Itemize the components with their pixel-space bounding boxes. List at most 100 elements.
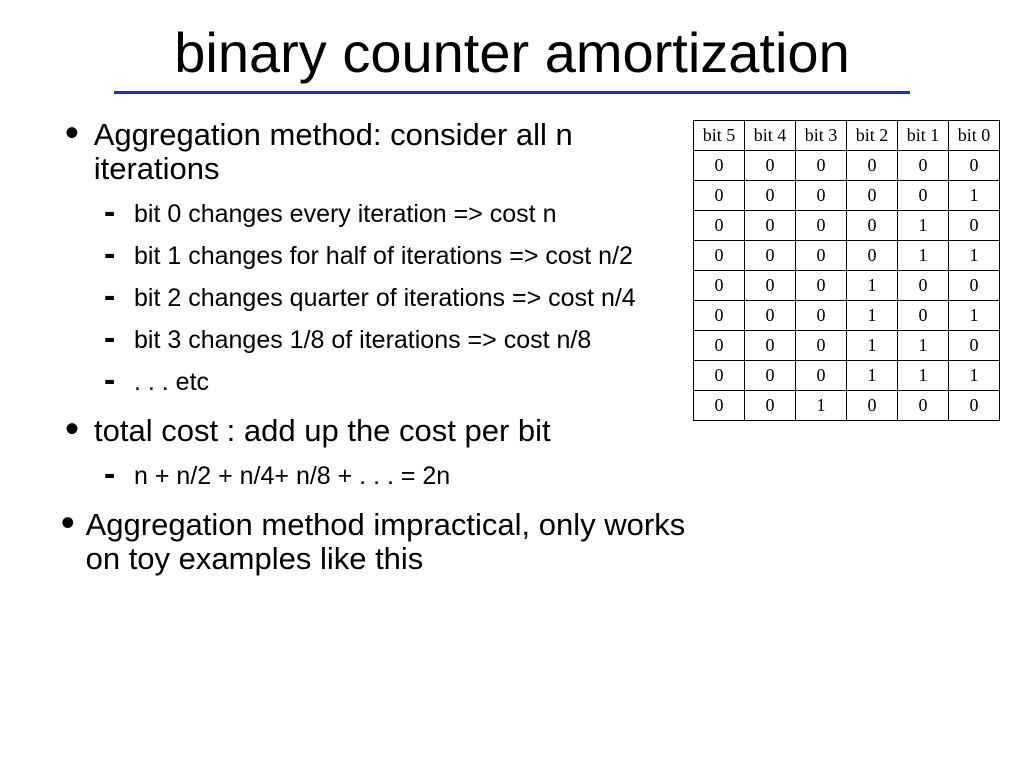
bullet-2-sub-0-text: n + n/2 + n/4+ n/8 + . . . = 2n <box>134 462 450 490</box>
table-row: 000100 <box>694 271 1000 301</box>
table-cell: 0 <box>694 391 745 421</box>
table-cell: 0 <box>898 181 949 211</box>
table-cell: 0 <box>847 241 898 271</box>
bit-table-wrap: bit 5 bit 4 bit 3 bit 2 bit 1 bit 0 0000… <box>693 120 1000 421</box>
table-row: 000010 <box>694 211 1000 241</box>
table-cell: 0 <box>694 151 745 181</box>
table-cell: 1 <box>898 361 949 391</box>
table-cell: 0 <box>949 271 1000 301</box>
table-cell: 0 <box>796 241 847 271</box>
table-header: bit 5 <box>694 121 745 151</box>
table-header: bit 1 <box>898 121 949 151</box>
bullet-2-sub-0: - n + n/2 + n/4+ n/8 + . . . = 2n <box>104 462 700 490</box>
table-cell: 0 <box>745 271 796 301</box>
bullet-1-sub-1: - bit 1 changes for half of iterations =… <box>104 242 700 270</box>
bullet-3: • Aggregation method impractical, only w… <box>60 508 700 576</box>
bullet-1-sub-2-text: bit 2 changes quarter of iterations => c… <box>134 284 636 312</box>
table-cell: 0 <box>796 301 847 331</box>
table-cell: 1 <box>847 301 898 331</box>
table-cell: 0 <box>898 271 949 301</box>
bullet-1-sub-4-text: . . . etc <box>134 368 209 396</box>
table-row: 001000 <box>694 391 1000 421</box>
table-cell: 1 <box>898 211 949 241</box>
table-row: 000011 <box>694 241 1000 271</box>
table-cell: 0 <box>694 301 745 331</box>
table-cell: 0 <box>949 151 1000 181</box>
table-cell: 0 <box>694 331 745 361</box>
bullet-1-sub-3: - bit 3 changes 1/8 of iterations => cos… <box>104 326 700 354</box>
table-cell: 0 <box>745 241 796 271</box>
table-cell: 0 <box>796 361 847 391</box>
bullet-1-sub-1-text: bit 1 changes for half of iterations => … <box>134 242 633 270</box>
table-cell: 0 <box>694 361 745 391</box>
table-cell: 0 <box>694 271 745 301</box>
table-cell: 1 <box>898 241 949 271</box>
table-row: 000001 <box>694 181 1000 211</box>
bullet-1-sub-3-text: bit 3 changes 1/8 of iterations => cost … <box>134 326 591 354</box>
table-cell: 0 <box>796 211 847 241</box>
dash-icon: - <box>104 326 120 350</box>
bullet-dot-icon: • <box>60 508 76 538</box>
table-cell: 0 <box>949 391 1000 421</box>
table-cell: 0 <box>898 151 949 181</box>
bullet-1-sub-0: - bit 0 changes every iteration => cost … <box>104 200 700 228</box>
bullet-2-text: total cost : add up the cost per bit <box>94 414 551 448</box>
dash-icon: - <box>104 284 120 308</box>
table-row: 000110 <box>694 331 1000 361</box>
table-cell: 1 <box>949 301 1000 331</box>
table-cell: 1 <box>949 361 1000 391</box>
bullet-1-sub-0-text: bit 0 changes every iteration => cost n <box>134 200 556 228</box>
bullet-list: • Aggregation method: consider all n ite… <box>60 118 700 576</box>
table-row: 000111 <box>694 361 1000 391</box>
table-row: 000101 <box>694 301 1000 331</box>
bullet-dot-icon: • <box>60 118 84 148</box>
table-cell: 0 <box>745 361 796 391</box>
bullet-dot-icon: • <box>60 414 84 444</box>
table-cell: 0 <box>694 241 745 271</box>
table-cell: 1 <box>949 241 1000 271</box>
table-cell: 0 <box>745 301 796 331</box>
table-cell: 0 <box>949 331 1000 361</box>
dash-icon: - <box>104 242 120 266</box>
table-cell: 0 <box>898 391 949 421</box>
table-header: bit 2 <box>847 121 898 151</box>
table-cell: 1 <box>847 361 898 391</box>
table-row: 000000 <box>694 151 1000 181</box>
bullet-1-sub-4: - . . . etc <box>104 368 700 396</box>
table-cell: 0 <box>796 331 847 361</box>
table-body: 0000000000010000100000110001000001010001… <box>694 151 1000 421</box>
table-cell: 0 <box>745 331 796 361</box>
table-cell: 1 <box>847 331 898 361</box>
table-cell: 0 <box>898 301 949 331</box>
bullet-1: • Aggregation method: consider all n ite… <box>60 118 700 186</box>
title-rule <box>114 91 910 94</box>
dash-icon: - <box>104 200 120 224</box>
table-cell: 1 <box>847 271 898 301</box>
bit-table: bit 5 bit 4 bit 3 bit 2 bit 1 bit 0 0000… <box>693 120 1000 421</box>
table-cell: 0 <box>796 181 847 211</box>
bullet-1-sub-2: - bit 2 changes quarter of iterations =>… <box>104 284 700 312</box>
table-cell: 0 <box>745 391 796 421</box>
table-cell: 1 <box>949 181 1000 211</box>
page-title: binary counter amortization <box>60 20 964 85</box>
table-cell: 0 <box>745 211 796 241</box>
table-cell: 0 <box>949 211 1000 241</box>
bullet-3-text: Aggregation method impractical, only wor… <box>86 508 700 576</box>
table-cell: 0 <box>847 391 898 421</box>
table-cell: 0 <box>847 181 898 211</box>
table-header: bit 4 <box>745 121 796 151</box>
table-cell: 0 <box>745 181 796 211</box>
table-cell: 0 <box>694 181 745 211</box>
table-cell: 0 <box>745 151 796 181</box>
table-cell: 0 <box>694 211 745 241</box>
bullet-1-text: Aggregation method: consider all n itera… <box>94 118 700 186</box>
table-cell: 0 <box>847 211 898 241</box>
table-cell: 0 <box>796 151 847 181</box>
table-header: bit 0 <box>949 121 1000 151</box>
table-cell: 0 <box>796 271 847 301</box>
table-header-row: bit 5 bit 4 bit 3 bit 2 bit 1 bit 0 <box>694 121 1000 151</box>
table-cell: 1 <box>898 331 949 361</box>
bullet-2: • total cost : add up the cost per bit <box>60 414 700 448</box>
table-cell: 0 <box>847 151 898 181</box>
dash-icon: - <box>104 368 120 392</box>
